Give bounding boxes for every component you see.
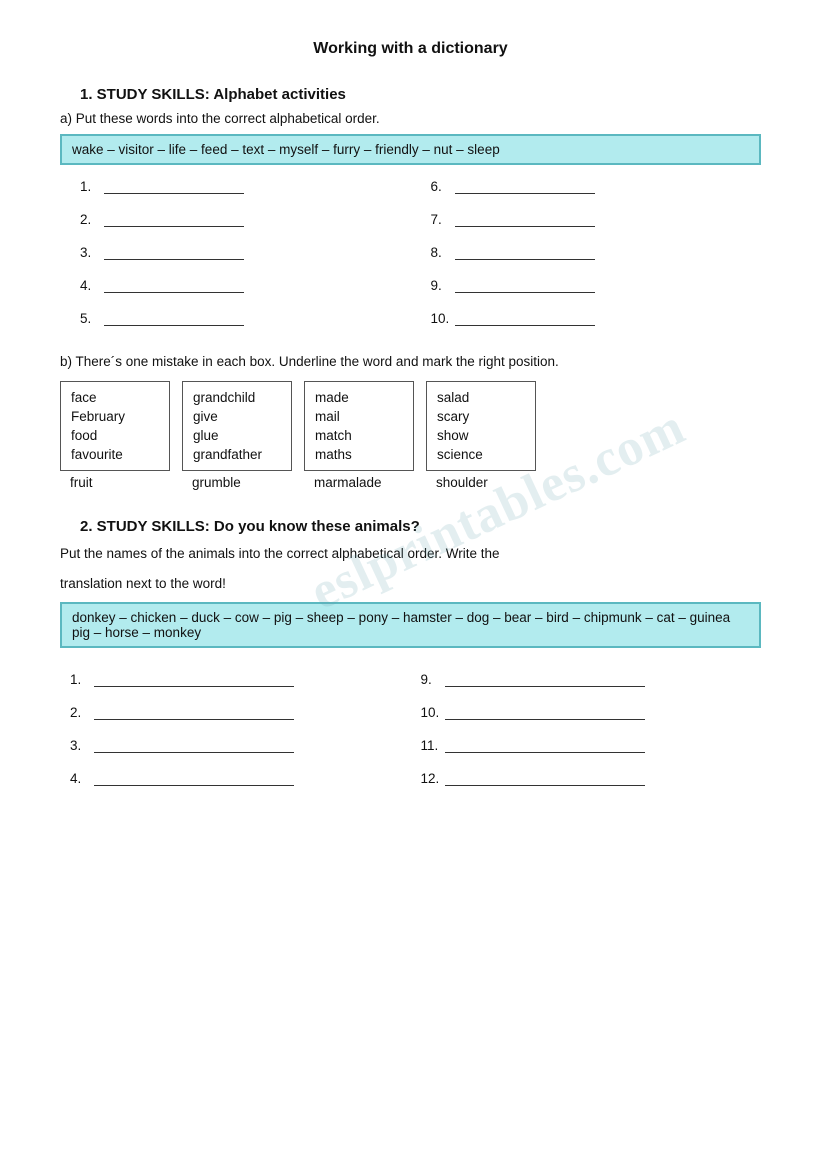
a-line-num-1: 1.: [70, 672, 94, 687]
a-line-num-9: 9.: [421, 672, 445, 687]
section2-instruction2: translation next to the word!: [60, 573, 761, 595]
box2: grandchild give glue grandfather: [182, 381, 292, 471]
line-blank-4: [104, 291, 244, 293]
box2-word3: glue: [193, 426, 281, 445]
box3-word3: match: [315, 426, 403, 445]
a-line-item-12: 12.: [421, 771, 752, 786]
line-num-5: 5.: [80, 311, 104, 326]
section2-lines-left: 1. 2. 3. 4.: [60, 672, 411, 804]
a-line-blank-1: [94, 685, 294, 687]
line-num-9: 9.: [431, 278, 455, 293]
parta-lines: 1. 2. 3. 4. 5. 6.: [60, 179, 761, 344]
line-blank-9: [455, 291, 595, 293]
box2-word1: grandchild: [193, 388, 281, 407]
box3-word1: made: [315, 388, 403, 407]
line-blank-10: [455, 324, 595, 326]
line-num-6: 6.: [431, 179, 455, 194]
a-line-blank-2: [94, 718, 294, 720]
section2-header: 2. STUDY SKILLS: Do you know these anima…: [80, 518, 761, 535]
a-line-item-2: 2.: [70, 705, 401, 720]
box1: face February food favourite: [60, 381, 170, 471]
parta-words: wake – visitor – life – feed – text – my…: [60, 134, 761, 165]
box1-word2: February: [71, 407, 159, 426]
a-line-num-10: 10.: [421, 705, 445, 720]
line-num-2: 2.: [80, 212, 104, 227]
box3-outside: marmalade: [304, 471, 392, 490]
line-blank-5: [104, 324, 244, 326]
section2-lines: 1. 2. 3. 4. 9.: [60, 672, 761, 804]
box1-outside: fruit: [60, 471, 103, 490]
line-blank-8: [455, 258, 595, 260]
line-item-2: 2.: [80, 212, 391, 227]
a-line-item-3: 3.: [70, 738, 401, 753]
partb-instruction: b) There´s one mistake in each box. Unde…: [60, 354, 761, 369]
a-line-num-3: 3.: [70, 738, 94, 753]
box4: salad scary show science: [426, 381, 536, 471]
line-item-4: 4.: [80, 278, 391, 293]
line-item-7: 7.: [431, 212, 742, 227]
section2: 2. STUDY SKILLS: Do you know these anima…: [60, 518, 761, 804]
box2-word4: grandfather: [193, 445, 281, 464]
box3-word2: mail: [315, 407, 403, 426]
box2-outside: grumble: [182, 471, 251, 490]
box1-word1: face: [71, 388, 159, 407]
line-blank-3: [104, 258, 244, 260]
page-title: Working with a dictionary: [60, 40, 761, 58]
a-line-item-4: 4.: [70, 771, 401, 786]
parta-instruction: a) Put these words into the correct alph…: [60, 111, 761, 126]
section2-lines-right: 9. 10. 11. 12.: [411, 672, 762, 804]
line-item-6: 6.: [431, 179, 742, 194]
box4-word4: science: [437, 445, 525, 464]
box3-container: made mail match maths marmalade: [304, 381, 414, 490]
box1-container: face February food favourite fruit: [60, 381, 170, 490]
line-item-8: 8.: [431, 245, 742, 260]
box1-word3: food: [71, 426, 159, 445]
boxes-row: face February food favourite fruit grand…: [60, 381, 761, 490]
a-line-blank-4: [94, 784, 294, 786]
a-line-blank-11: [445, 751, 645, 753]
a-line-num-12: 12.: [421, 771, 445, 786]
section2-words: donkey – chicken – duck – cow – pig – sh…: [60, 602, 761, 648]
box2-container: grandchild give glue grandfather grumble: [182, 381, 292, 490]
line-num-10: 10.: [431, 311, 455, 326]
a-line-num-4: 4.: [70, 771, 94, 786]
box2-word2: give: [193, 407, 281, 426]
a-line-item-9: 9.: [421, 672, 752, 687]
box4-outside: shoulder: [426, 471, 498, 490]
line-num-8: 8.: [431, 245, 455, 260]
box4-word1: salad: [437, 388, 525, 407]
a-line-blank-9: [445, 685, 645, 687]
line-blank-6: [455, 192, 595, 194]
line-item-9: 9.: [431, 278, 742, 293]
a-line-blank-12: [445, 784, 645, 786]
line-num-1: 1.: [80, 179, 104, 194]
a-line-item-10: 10.: [421, 705, 752, 720]
line-item-3: 3.: [80, 245, 391, 260]
parta-lines-right: 6. 7. 8. 9. 10.: [411, 179, 762, 344]
line-num-3: 3.: [80, 245, 104, 260]
box4-word2: scary: [437, 407, 525, 426]
line-item-1: 1.: [80, 179, 391, 194]
line-blank-7: [455, 225, 595, 227]
a-line-num-11: 11.: [421, 738, 445, 753]
section2-instruction1: Put the names of the animals into the co…: [60, 543, 761, 565]
line-blank-2: [104, 225, 244, 227]
box3: made mail match maths: [304, 381, 414, 471]
section1-header: 1. STUDY SKILLS: Alphabet activities: [80, 86, 761, 103]
box1-word4: favourite: [71, 445, 159, 464]
a-line-blank-10: [445, 718, 645, 720]
a-line-item-11: 11.: [421, 738, 752, 753]
box3-word4: maths: [315, 445, 403, 464]
line-num-4: 4.: [80, 278, 104, 293]
a-line-blank-3: [94, 751, 294, 753]
line-num-7: 7.: [431, 212, 455, 227]
parta-lines-left: 1. 2. 3. 4. 5.: [60, 179, 411, 344]
line-blank-1: [104, 192, 244, 194]
a-line-num-2: 2.: [70, 705, 94, 720]
line-item-5: 5.: [80, 311, 391, 326]
a-line-item-1: 1.: [70, 672, 401, 687]
box4-container: salad scary show science shoulder: [426, 381, 536, 490]
line-item-10: 10.: [431, 311, 742, 326]
box4-word3: show: [437, 426, 525, 445]
